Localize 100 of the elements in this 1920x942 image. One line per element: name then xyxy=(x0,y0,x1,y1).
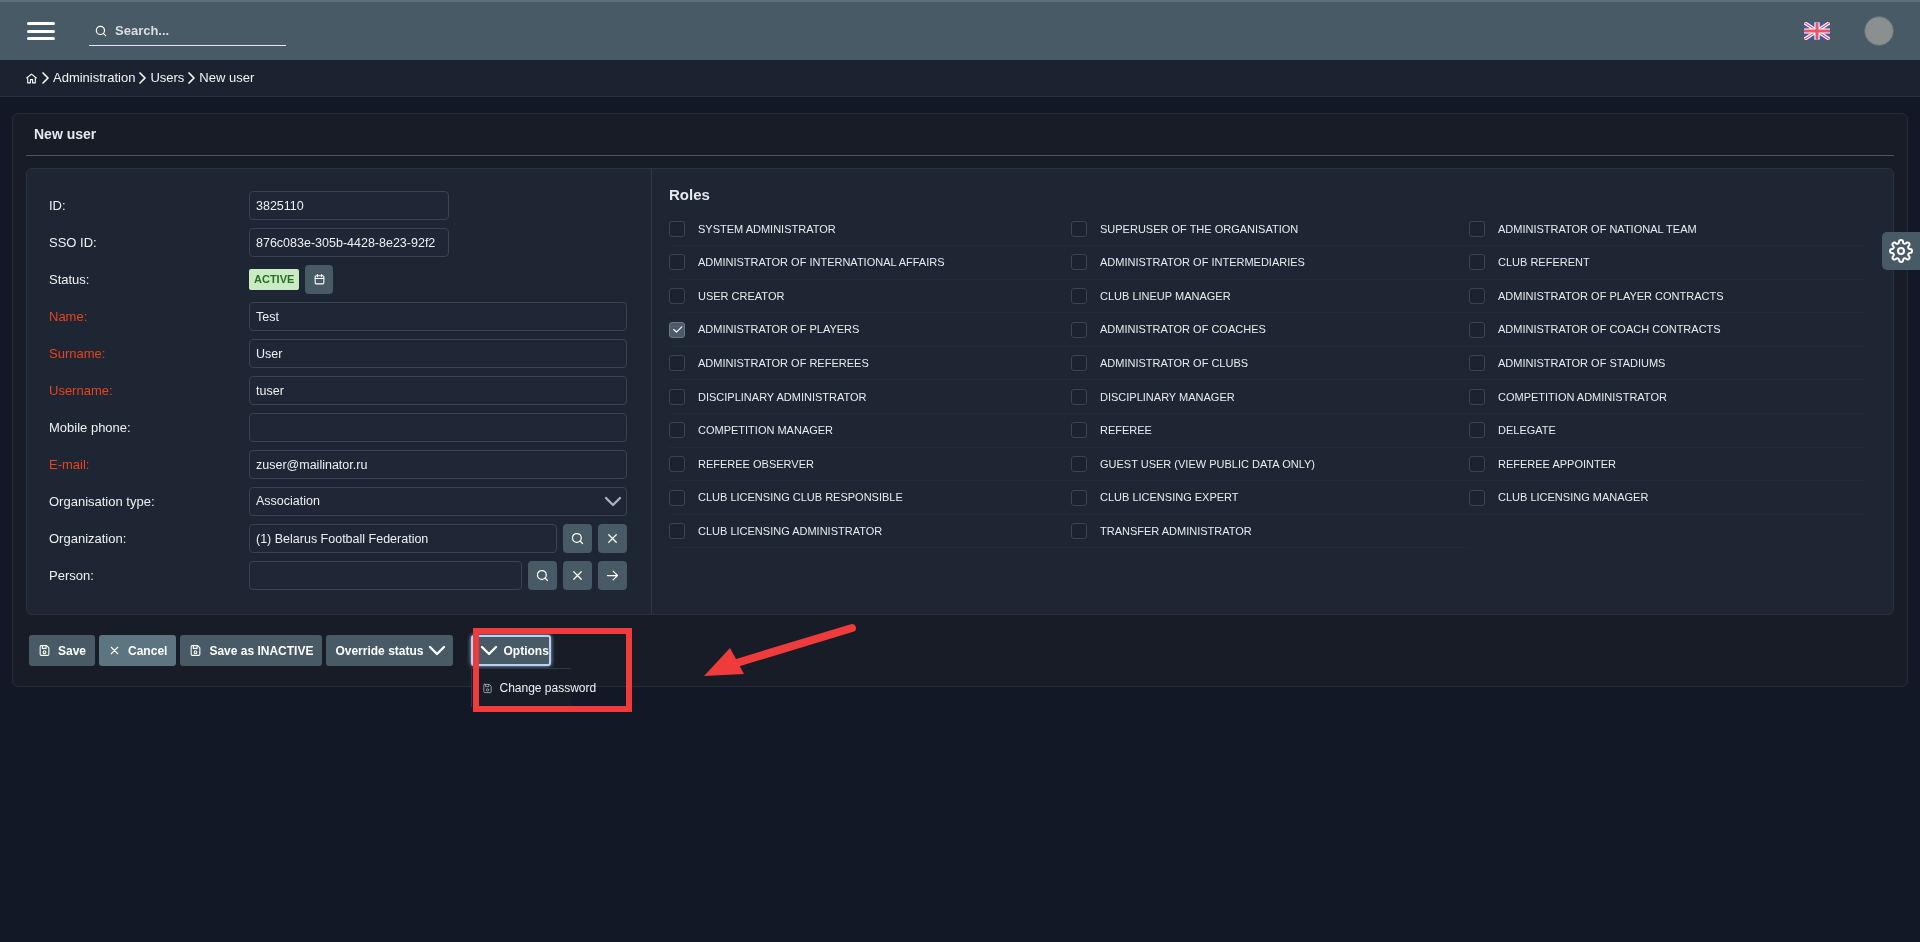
menu-item[interactable]: Change password xyxy=(472,673,607,703)
checkbox-label: ADMINISTRATOR OF INTERNATIONAL AFFAIRS xyxy=(698,255,945,271)
checkbox-label: ADMINISTRATOR OF PLAYER CONTRACTS xyxy=(1498,288,1724,304)
avatar[interactable] xyxy=(1864,16,1894,46)
checkbox[interactable] xyxy=(1071,288,1087,304)
checkbox-label: ADMINISTRATOR OF COACHES xyxy=(1100,322,1266,338)
field-label: Organization: xyxy=(49,529,128,548)
input-field[interactable]: zuser@mailinator.ru xyxy=(249,450,627,479)
input-field[interactable]: (1) Belarus Football Federation xyxy=(249,524,557,553)
checkbox-label: SUPERUSER OF THE ORGANISATION xyxy=(1100,221,1299,237)
checkbox[interactable] xyxy=(1469,388,1485,405)
checkbox[interactable] xyxy=(1469,321,1485,338)
field-label: Organisation type: xyxy=(49,492,156,511)
input-field[interactable]: 3825110 xyxy=(249,191,449,220)
checkbox-label: TRANSFER ADMINISTRATOR xyxy=(1100,523,1252,539)
chevron-right-icon xyxy=(189,73,195,83)
checkbox-label: ADMINISTRATOR OF STADIUMS xyxy=(1498,355,1666,371)
flag-icon[interactable] xyxy=(1804,22,1830,40)
checkbox[interactable] xyxy=(1071,455,1087,472)
checkbox[interactable] xyxy=(669,455,685,472)
field-label: Name: xyxy=(49,307,89,326)
checkbox[interactable] xyxy=(669,321,685,338)
caret-down-icon xyxy=(606,498,620,505)
select-field[interactable]: Association xyxy=(249,487,627,516)
input-field[interactable]: Test xyxy=(249,302,627,331)
arrow-right-icon xyxy=(605,568,620,583)
checkbox[interactable] xyxy=(1071,489,1087,506)
button[interactable]: Cancel xyxy=(99,635,177,666)
input-field[interactable] xyxy=(249,561,522,590)
search-button[interactable] xyxy=(563,524,592,553)
checkbox-label: SYSTEM ADMINISTRATOR xyxy=(698,221,836,237)
checkbox[interactable] xyxy=(669,422,685,439)
close-icon xyxy=(605,531,620,546)
checkbox[interactable] xyxy=(669,254,685,271)
button[interactable]: Save xyxy=(29,635,96,666)
checkbox-label: CLUB REFERENT xyxy=(1498,255,1590,271)
checkbox-label: ADMINISTRATOR OF NATIONAL TEAM xyxy=(1498,221,1697,237)
checkbox[interactable] xyxy=(1469,422,1485,439)
menu-button[interactable] xyxy=(27,20,55,42)
breadcrumb-link[interactable]: Users xyxy=(150,68,185,88)
input-field[interactable]: 876c083e-305b-4428-8e23-92f2 xyxy=(249,228,449,257)
checkbox[interactable] xyxy=(669,220,685,237)
checkbox[interactable] xyxy=(1469,220,1485,237)
button[interactable]: Override status xyxy=(326,635,454,666)
close-icon xyxy=(570,568,585,583)
checkbox[interactable] xyxy=(1071,220,1087,237)
clear-button[interactable] xyxy=(563,561,592,590)
checkbox-label: CLUB LICENSING ADMINISTRATOR xyxy=(698,523,883,539)
checkbox-label: CLUB LICENSING EXPERT xyxy=(1100,490,1239,506)
checkbox[interactable] xyxy=(1071,355,1087,372)
status-badge: ACTIVE xyxy=(249,269,300,290)
checkbox[interactable] xyxy=(669,388,685,405)
panel-title: New user xyxy=(26,124,1894,156)
checkbox-label: CLUB LINEUP MANAGER xyxy=(1100,288,1231,304)
search-icon xyxy=(94,24,108,38)
section-title: Roles xyxy=(669,185,711,205)
button[interactable]: Save as INACTIVE xyxy=(180,635,323,666)
checkbox[interactable] xyxy=(1071,254,1087,271)
checkbox-label: REFEREE xyxy=(1100,423,1152,439)
input-field[interactable]: tuser xyxy=(249,376,627,405)
checkbox[interactable] xyxy=(669,489,685,506)
checkbox[interactable] xyxy=(1071,523,1087,540)
checkbox-label: COMPETITION MANAGER xyxy=(698,423,834,439)
input-field[interactable] xyxy=(249,413,627,442)
caret-down-icon xyxy=(430,647,445,654)
caret-down-icon xyxy=(482,647,497,654)
breadcrumb-link[interactable]: Administration xyxy=(53,68,136,88)
checkbox[interactable] xyxy=(1071,321,1087,338)
checkbox-label: DELEGATE xyxy=(1498,423,1556,439)
checkbox-label: DISCIPLINARY ADMINISTRATOR xyxy=(698,389,867,405)
search-icon xyxy=(570,531,585,546)
checkbox[interactable] xyxy=(1469,355,1485,372)
clear-button[interactable] xyxy=(598,524,627,553)
checkbox[interactable] xyxy=(1071,422,1087,439)
settings-button[interactable] xyxy=(1882,232,1920,270)
chevron-right-icon xyxy=(140,73,146,83)
field-label: Username: xyxy=(49,381,114,400)
field-label: Surname: xyxy=(49,344,107,363)
search-button[interactable] xyxy=(528,561,557,590)
checkbox[interactable] xyxy=(669,355,685,372)
search-field[interactable]: Search... xyxy=(89,16,286,46)
checkbox-label: USER CREATOR xyxy=(698,288,785,304)
open-button[interactable] xyxy=(598,561,627,590)
calendar-button[interactable] xyxy=(305,265,334,294)
checkbox[interactable] xyxy=(669,523,685,540)
button[interactable]: Options xyxy=(471,635,552,666)
calendar-icon xyxy=(312,273,326,286)
input-field[interactable]: User xyxy=(249,339,627,368)
checkbox-label: CLUB LICENSING MANAGER xyxy=(1498,490,1649,506)
field-label: Status: xyxy=(49,270,91,289)
checkbox[interactable] xyxy=(1071,388,1087,405)
chevron-right-icon xyxy=(43,73,48,83)
checkbox-label: ADMINISTRATOR OF CLUBS xyxy=(1100,355,1249,371)
checkbox[interactable] xyxy=(1469,455,1485,472)
checkbox[interactable] xyxy=(1469,288,1485,304)
checkbox[interactable] xyxy=(669,288,685,304)
checkbox[interactable] xyxy=(1469,254,1485,271)
home-icon[interactable] xyxy=(25,71,38,85)
checkbox-label: ADMINISTRATOR OF PLAYERS xyxy=(698,322,860,338)
checkbox[interactable] xyxy=(1469,489,1485,506)
